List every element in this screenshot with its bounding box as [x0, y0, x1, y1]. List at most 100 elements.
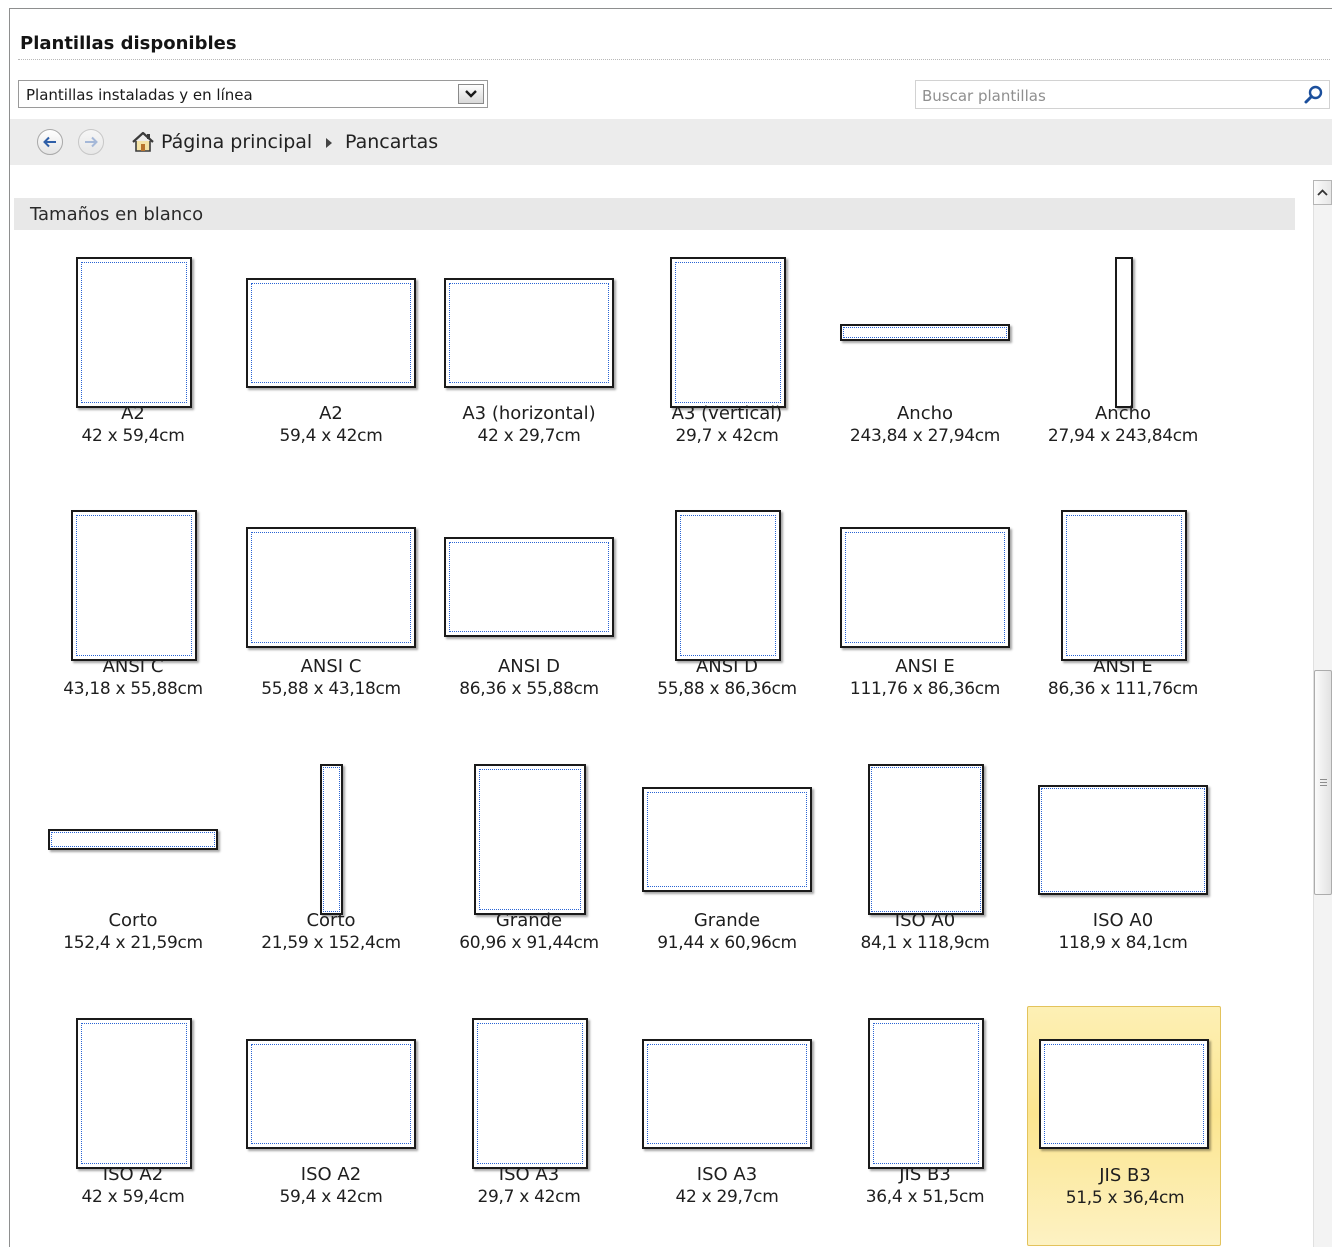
paper-thumbnail [444, 537, 614, 637]
breadcrumb-current: Pancartas [345, 131, 439, 153]
paper-thumbnail [868, 764, 984, 915]
template-source-dropdown[interactable]: Plantillas instaladas y en línea [18, 80, 488, 108]
template-size: 42 x 59,4cm [81, 1187, 185, 1207]
home-icon[interactable] [131, 131, 155, 153]
template-size: 59,4 x 42cm [279, 426, 383, 446]
paper-thumbnail [642, 1039, 812, 1149]
paper-thumbnail [1061, 510, 1187, 661]
template-size: 55,88 x 86,36cm [657, 679, 797, 699]
template-name: A3 (horizontal) [462, 403, 596, 424]
paper-thumbnail [840, 324, 1010, 341]
template-tile[interactable]: A3 (vertical) 29,7 x 42cm [630, 245, 824, 485]
template-tile[interactable]: A2 59,4 x 42cm [234, 245, 428, 485]
template-size: 29,7 x 42cm [675, 426, 779, 446]
template-tile[interactable]: ISO A3 42 x 29,7cm [630, 1006, 824, 1246]
template-tile[interactable]: A2 42 x 59,4cm [36, 245, 230, 485]
template-source-value: Plantillas instaladas y en línea [26, 86, 253, 104]
template-name: Corto [108, 910, 158, 931]
scroll-up-arrow-icon[interactable] [1313, 180, 1332, 205]
template-tile[interactable]: Corto 152,4 x 21,59cm [36, 752, 230, 992]
navigation-bar: Página principal Pancartas [10, 119, 1332, 165]
paper-thumbnail [642, 787, 812, 892]
template-tile[interactable]: ANSI D 55,88 x 86,36cm [630, 498, 824, 738]
template-size: 86,36 x 111,76cm [1047, 679, 1199, 699]
paper-thumbnail [675, 510, 781, 661]
template-name: ISO A3 [498, 1164, 560, 1185]
template-name: ANSI C [300, 656, 362, 677]
template-tile-selected[interactable]: JIS B3 51,5 x 36,4cm [1027, 1006, 1221, 1246]
template-size: 29,7 x 42cm [477, 1187, 581, 1207]
template-tile[interactable]: JIS B3 36,4 x 51,5cm [828, 1006, 1022, 1246]
paper-thumbnail [320, 764, 343, 915]
paper-thumbnail [444, 278, 614, 388]
scrollbar-thumb[interactable] [1314, 670, 1332, 895]
template-tile[interactable]: Grande 60,96 x 91,44cm [432, 752, 626, 992]
template-size: 51,5 x 36,4cm [1065, 1188, 1185, 1208]
section-label: Tamaños en blanco [30, 204, 204, 225]
template-tile[interactable]: ISO A0 118,9 x 84,1cm [1026, 752, 1220, 992]
template-tile[interactable]: ANSI D 86,36 x 55,88cm [432, 498, 626, 738]
window-frame-top [9, 8, 1332, 9]
paper-thumbnail [76, 257, 192, 408]
template-name: ANSI D [695, 656, 759, 677]
template-size: 27,94 x 243,84cm [1047, 426, 1199, 446]
paper-thumbnail [1039, 1039, 1209, 1149]
template-tile[interactable]: ISO A0 84,1 x 118,9cm [828, 752, 1022, 992]
breadcrumb-separator-icon [326, 138, 332, 148]
thumb-grip-line [1320, 782, 1327, 783]
title-divider [18, 59, 1330, 60]
chevron-down-icon[interactable] [458, 84, 484, 104]
template-tile[interactable]: ANSI E 111,76 x 86,36cm [828, 498, 1022, 738]
search-box[interactable] [915, 80, 1330, 109]
paper-thumbnail [76, 1018, 192, 1169]
template-tile[interactable]: Corto 21,59 x 152,4cm [234, 752, 428, 992]
template-name: JIS B3 [899, 1164, 951, 1185]
template-name: Corto [306, 910, 356, 931]
template-size: 36,4 x 51,5cm [865, 1187, 985, 1207]
template-name: Ancho [1094, 403, 1152, 424]
forward-arrow-icon[interactable] [78, 129, 104, 155]
template-tile[interactable]: A3 (horizontal) 42 x 29,7cm [432, 245, 626, 485]
thumb-grip-line [1320, 779, 1327, 780]
template-name: ANSI C [102, 656, 164, 677]
template-name: JIS B3 [1099, 1165, 1151, 1186]
template-name: ANSI E [895, 656, 955, 677]
template-name: A2 [319, 403, 343, 424]
section-header: Tamaños en blanco [14, 198, 1295, 230]
template-name: ANSI D [497, 656, 561, 677]
template-tile[interactable]: ANSI E 86,36 x 111,76cm [1026, 498, 1220, 738]
template-name: ISO A0 [1092, 910, 1154, 931]
template-size: 84,1 x 118,9cm [860, 933, 990, 953]
template-size: 21,59 x 152,4cm [261, 933, 401, 953]
template-name: ISO A2 [300, 1164, 362, 1185]
template-tile[interactable]: Grande 91,44 x 60,96cm [630, 752, 824, 992]
search-input[interactable] [920, 84, 1294, 107]
template-tile[interactable]: ISO A3 29,7 x 42cm [432, 1006, 626, 1246]
template-size: 60,96 x 91,44cm [459, 933, 599, 953]
template-size: 55,88 x 43,18cm [261, 679, 401, 699]
paper-thumbnail [246, 527, 416, 648]
template-tile[interactable]: ANSI C 43,18 x 55,88cm [36, 498, 230, 738]
paper-thumbnail [1115, 257, 1133, 408]
search-icon[interactable] [1303, 84, 1325, 106]
template-tile[interactable]: ISO A2 59,4 x 42cm [234, 1006, 428, 1246]
paper-thumbnail [1038, 785, 1208, 895]
paper-thumbnail [474, 764, 586, 915]
breadcrumb-home-link[interactable]: Página principal [161, 131, 312, 153]
template-size: 118,9 x 84,1cm [1058, 933, 1188, 953]
template-tile[interactable]: ANSI C 55,88 x 43,18cm [234, 498, 428, 738]
template-name: ISO A2 [102, 1164, 164, 1185]
template-size: 59,4 x 42cm [279, 1187, 383, 1207]
template-tile[interactable]: Ancho 243,84 x 27,94cm [828, 245, 1022, 485]
template-name: ISO A3 [696, 1164, 758, 1185]
template-tile[interactable]: Ancho 27,94 x 243,84cm [1026, 245, 1220, 485]
template-size: 111,76 x 86,36cm [849, 679, 1001, 699]
template-tile[interactable]: ISO A2 42 x 59,4cm [36, 1006, 230, 1246]
template-name: ANSI E [1093, 656, 1153, 677]
paper-thumbnail [868, 1018, 984, 1169]
template-size: 243,84 x 27,94cm [849, 426, 1001, 446]
back-arrow-icon[interactable] [37, 129, 63, 155]
paper-thumbnail [472, 1018, 588, 1169]
page-title: Plantillas disponibles [20, 33, 237, 54]
paper-thumbnail [246, 278, 416, 388]
